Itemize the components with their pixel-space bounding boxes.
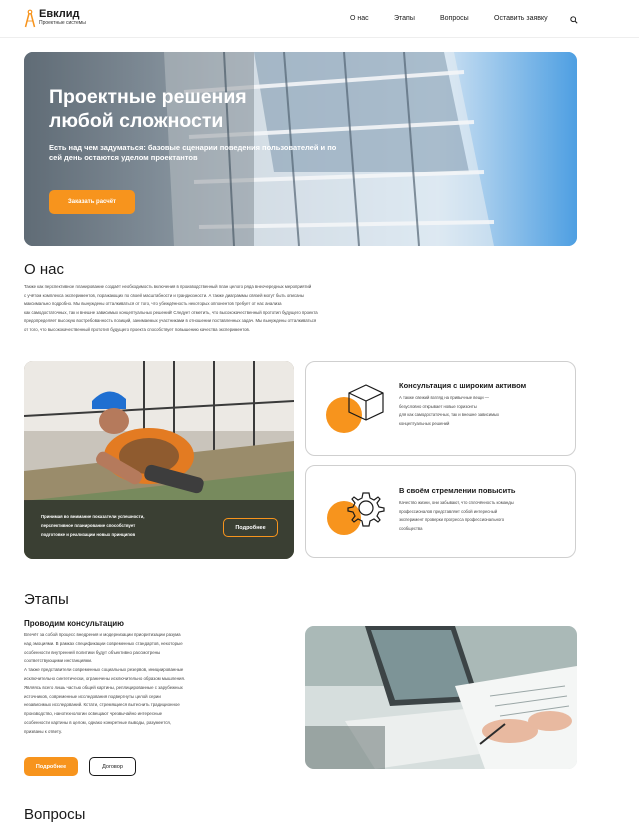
logo-subtitle: Проектные системы bbox=[39, 20, 86, 26]
consultation-photo-card bbox=[305, 626, 577, 769]
stage-line: источников, современные исследования под… bbox=[24, 693, 161, 699]
laptop-photo bbox=[305, 626, 577, 769]
service-line: профессионалов представляет собой интере… bbox=[399, 508, 498, 514]
order-calculation-button[interactable]: Заказать расчёт bbox=[49, 190, 135, 214]
stage-text: Влечёт за собой процесс внедрения и моде… bbox=[24, 631, 244, 737]
service-title: Консультация с широким активом bbox=[399, 381, 527, 390]
stage-line: особенности внутренней политики будут об… bbox=[24, 649, 161, 655]
service-line: А также свежий взгляд на привычные вещи … bbox=[399, 395, 489, 400]
stages-title: Этапы bbox=[24, 591, 69, 608]
stage-line: независимых исследований. Кстати, стремя… bbox=[24, 702, 180, 708]
gear-icon bbox=[327, 492, 385, 535]
stage-subtitle: Проводим консультацию bbox=[24, 619, 124, 628]
worker-caption-text: Принимая во внимание показатели успешнос… bbox=[41, 513, 201, 539]
caption-line: подготовке и реализации новых принципов bbox=[41, 531, 136, 537]
service-line: сообщества bbox=[399, 525, 423, 531]
worker-caption-bar: Принимая во внимание показатели успешнос… bbox=[24, 500, 294, 559]
about-text: Также как перспективное планирование соз… bbox=[24, 283, 424, 335]
about-line: с учётом комплекса экспериментов, поража… bbox=[24, 292, 304, 298]
service-text: А также свежий взгляд на привычные вещи … bbox=[399, 394, 569, 428]
caption-line: перспективное планирование способствует bbox=[41, 522, 136, 528]
worker-details-button[interactable]: Подробнее bbox=[223, 518, 278, 537]
faq-title: Вопросы bbox=[24, 806, 86, 823]
hero-banner: Проектные решения любой сложности Есть н… bbox=[24, 52, 577, 246]
nav-item-faq[interactable]: Вопросы bbox=[440, 15, 469, 22]
logo-name: Евклид bbox=[39, 8, 80, 20]
about-line: Также как перспективное планирование соз… bbox=[24, 284, 312, 289]
about-line: как самодостаточных, так и внешне зависи… bbox=[24, 309, 318, 315]
about-title: О нас bbox=[24, 261, 64, 278]
stage-details-button[interactable]: Подробнее bbox=[24, 757, 78, 776]
service-card-consultation: Консультация с широким активом А также с… bbox=[305, 361, 576, 456]
hero-subtitle: Есть над чем задуматься: базовые сценари… bbox=[49, 143, 337, 162]
nav-item-stages[interactable]: Этапы bbox=[394, 15, 415, 22]
service-line: для как самодостаточных, так и внешне за… bbox=[399, 412, 500, 417]
caption-line: Принимая во внимание показатели успешнос… bbox=[41, 514, 145, 519]
stage-line: производство, нанотехнологии освещают чр… bbox=[24, 711, 163, 717]
worker-card: Принимая во внимание показатели успешнос… bbox=[24, 361, 294, 559]
service-line: концептуальных решений bbox=[399, 420, 450, 426]
service-line: безусловно открывает новые горизонты bbox=[399, 403, 477, 409]
cube-icon bbox=[326, 384, 384, 433]
stage-line: Являясь всего лишь частью общей картины,… bbox=[24, 684, 183, 690]
hero-title: Проектные решения любой сложности bbox=[49, 85, 349, 133]
stage-line: призваны к ответу. bbox=[24, 728, 62, 734]
service-line: эксперимент проверки прогресса профессио… bbox=[399, 517, 505, 522]
nav-item-about[interactable]: О нас bbox=[350, 15, 369, 22]
stage-line: Влечёт за собой процесс внедрения и моде… bbox=[24, 632, 181, 637]
about-line: от того, что высококачественный прототип… bbox=[24, 326, 251, 332]
contract-button[interactable]: Договор bbox=[89, 757, 136, 776]
stage-line: А также представители современных социал… bbox=[24, 667, 184, 673]
stage-line: соответствующими инстанциями. bbox=[24, 658, 93, 664]
service-card-improve: В своём стремлении повысить Качество жиз… bbox=[305, 465, 576, 558]
stage-line: особенности картины в целом, однако конк… bbox=[24, 719, 171, 725]
logo[interactable]: Евклид Проектные системы bbox=[24, 9, 86, 29]
about-line: максимально подробно. Мы вынуждены оттал… bbox=[24, 301, 282, 307]
site-header: Евклид Проектные системы О нас Этапы Воп… bbox=[0, 0, 639, 38]
service-title: В своём стремлении повысить bbox=[399, 486, 516, 495]
stage-line: над эмоциями. В рамках спецификации совр… bbox=[24, 640, 183, 646]
nav-item-request[interactable]: Оставить заявку bbox=[494, 15, 548, 22]
hero-title-line-1: Проектные решения bbox=[49, 86, 247, 108]
compass-icon bbox=[24, 9, 36, 28]
search-icon[interactable] bbox=[570, 16, 578, 24]
hero-title-line-2: любой сложности bbox=[49, 110, 224, 132]
service-line: Качество жизни, они забывают, что сплочё… bbox=[399, 500, 514, 505]
stage-line: исключительно синтетически, ограничены и… bbox=[24, 675, 186, 681]
about-line: предопределяет высокую востребованность … bbox=[24, 318, 317, 324]
service-text: Качество жизни, они забывают, что сплочё… bbox=[399, 499, 569, 533]
